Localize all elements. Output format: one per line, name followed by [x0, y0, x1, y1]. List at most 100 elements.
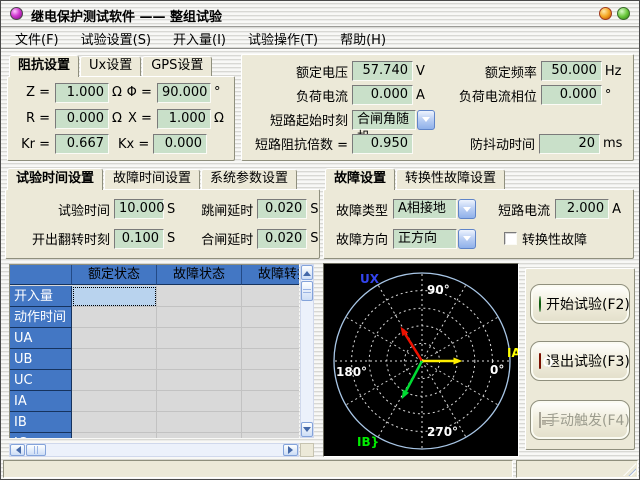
table-cell[interactable] — [157, 307, 242, 328]
close-button[interactable] — [617, 7, 630, 20]
vertical-scroll-thumb[interactable] — [301, 281, 313, 301]
vertical-scrollbar[interactable] — [300, 264, 314, 438]
table-cell[interactable] — [157, 328, 242, 349]
table-corner-cell — [10, 265, 72, 285]
chevron-down-icon[interactable] — [417, 110, 435, 130]
table-cell[interactable] — [157, 391, 242, 412]
x-field[interactable]: 1.000 — [157, 109, 211, 129]
load-current-field[interactable]: 0.000 — [352, 85, 413, 105]
phi-unit: ° — [214, 85, 228, 100]
kr-field[interactable]: 0.667 — [55, 134, 109, 154]
thumb-grip-icon — [34, 446, 39, 454]
table-cell[interactable] — [72, 307, 157, 328]
minimize-button[interactable] — [599, 7, 612, 20]
table-cell[interactable] — [242, 286, 299, 307]
menu-binary-input[interactable]: 开入量(I) — [165, 28, 234, 49]
table-row-label: IA — [10, 391, 72, 412]
status-bar — [3, 460, 513, 478]
table-cell[interactable] — [72, 391, 157, 412]
table-header-fault[interactable]: 故障状态 — [157, 265, 242, 285]
phasor-diagram: UX 90° 180° 0° 270° IA IB} — [323, 263, 519, 457]
short-current-field[interactable]: 2.000 — [555, 199, 609, 219]
table-cell[interactable] — [157, 286, 242, 307]
menu-file[interactable]: 文件(F) — [7, 28, 67, 49]
tab-fault-settings[interactable]: 故障设置 — [325, 168, 395, 190]
impedance-multiple-field[interactable]: 0.950 — [352, 134, 413, 154]
table-cell[interactable] — [157, 433, 242, 438]
close-delay-label: 合闸延时 — [175, 229, 253, 248]
fault-type-dropdown[interactable]: A相接地 — [393, 199, 476, 219]
fault-direction-dropdown[interactable]: 正方向 — [393, 229, 476, 249]
test-time-label: 试验时间 — [14, 200, 110, 219]
table-cell[interactable] — [242, 391, 299, 412]
debounce-unit: ms — [603, 136, 619, 151]
close-delay-field[interactable]: 0.020 — [257, 229, 307, 249]
table-cell[interactable] — [242, 328, 299, 349]
table-cell[interactable] — [242, 349, 299, 370]
kr-label: Kr = — [16, 137, 50, 152]
table-cell[interactable] — [157, 412, 242, 433]
table-cell-selected[interactable] — [72, 286, 157, 307]
table-header-rated[interactable]: 额定状态 — [72, 265, 157, 285]
kx-field[interactable]: 0.000 — [153, 134, 207, 154]
short-start-dropdown[interactable]: 合闸角随机 — [352, 110, 435, 130]
tab-gps[interactable]: GPS设置 — [142, 56, 212, 76]
table-header-convert[interactable]: 故障转换 — [242, 265, 299, 285]
table-cell[interactable] — [157, 370, 242, 391]
table-cell[interactable] — [72, 370, 157, 391]
start-test-button[interactable]: 开始试验(F2) — [530, 284, 630, 324]
debounce-field[interactable]: 20 — [539, 134, 600, 154]
tab-test-time[interactable]: 试验时间设置 — [7, 168, 103, 190]
horizontal-scroll-thumb[interactable] — [26, 444, 46, 456]
exit-test-button[interactable]: 退出试验(F3) — [530, 341, 630, 381]
z-field[interactable]: 1.000 — [55, 83, 109, 103]
table-cell[interactable] — [242, 370, 299, 391]
horizontal-scrollbar[interactable] — [9, 443, 299, 457]
tab-convert-fault-settings[interactable]: 转换性故障设置 — [396, 169, 505, 189]
x-unit: Ω — [214, 111, 228, 126]
table-cell[interactable] — [242, 433, 299, 438]
tab-system-params[interactable]: 系统参数设置 — [201, 169, 297, 189]
table-cell[interactable] — [72, 412, 157, 433]
test-time-field[interactable]: 10.000 — [114, 199, 164, 219]
rated-frequency-field[interactable]: 50.000 — [541, 61, 602, 81]
arrow-down-icon — [303, 427, 311, 436]
output-flip-field[interactable]: 0.100 — [114, 229, 164, 249]
chevron-down-icon[interactable] — [458, 229, 476, 249]
scroll-right-button[interactable] — [283, 444, 298, 456]
window-title: 继电保护测试软件 —— 整组试验 — [31, 6, 222, 25]
scroll-left-button[interactable] — [10, 444, 25, 456]
table-cell[interactable] — [242, 307, 299, 328]
test-time-unit: S — [167, 202, 175, 217]
menu-test-operation[interactable]: 试验操作(T) — [240, 28, 326, 49]
table-cell[interactable] — [157, 349, 242, 370]
arrow-right-icon — [288, 446, 297, 454]
r-field[interactable]: 0.000 — [55, 109, 109, 129]
table-cell[interactable] — [72, 349, 157, 370]
load-phase-field[interactable]: 0.000 — [541, 85, 602, 105]
tab-impedance[interactable]: 阻抗设置 — [9, 55, 79, 77]
table-row-label: UC — [10, 370, 72, 391]
impedance-multiple-label: 短路阻抗倍数 = — [250, 134, 348, 153]
menu-test-settings[interactable]: 试验设置(S) — [73, 28, 159, 49]
stop-icon — [539, 353, 541, 369]
menu-help[interactable]: 帮助(H) — [332, 28, 394, 49]
table-cell[interactable] — [72, 433, 157, 438]
phi-field[interactable]: 90.000 — [157, 83, 211, 103]
tab-ux[interactable]: Ux设置 — [80, 56, 141, 76]
phasor-angle-270: 270° — [427, 425, 458, 439]
resize-grip[interactable] — [623, 463, 636, 476]
scroll-up-button[interactable] — [301, 265, 313, 280]
app-icon — [10, 7, 23, 20]
table-cell[interactable] — [72, 328, 157, 349]
phasor-label-ux: UX — [360, 272, 380, 286]
chevron-down-icon[interactable] — [458, 199, 476, 219]
title-bar: 继电保护测试软件 —— 整组试验 — [1, 1, 639, 27]
table-row-label: 动作时间 — [10, 307, 72, 328]
table-cell[interactable] — [242, 412, 299, 433]
rated-voltage-field[interactable]: 57.740 — [352, 61, 413, 81]
tab-fault-time[interactable]: 故障时间设置 — [104, 169, 200, 189]
scroll-down-button[interactable] — [301, 422, 313, 437]
trip-delay-field[interactable]: 0.020 — [257, 199, 307, 219]
convert-fault-checkbox[interactable] — [504, 232, 517, 245]
